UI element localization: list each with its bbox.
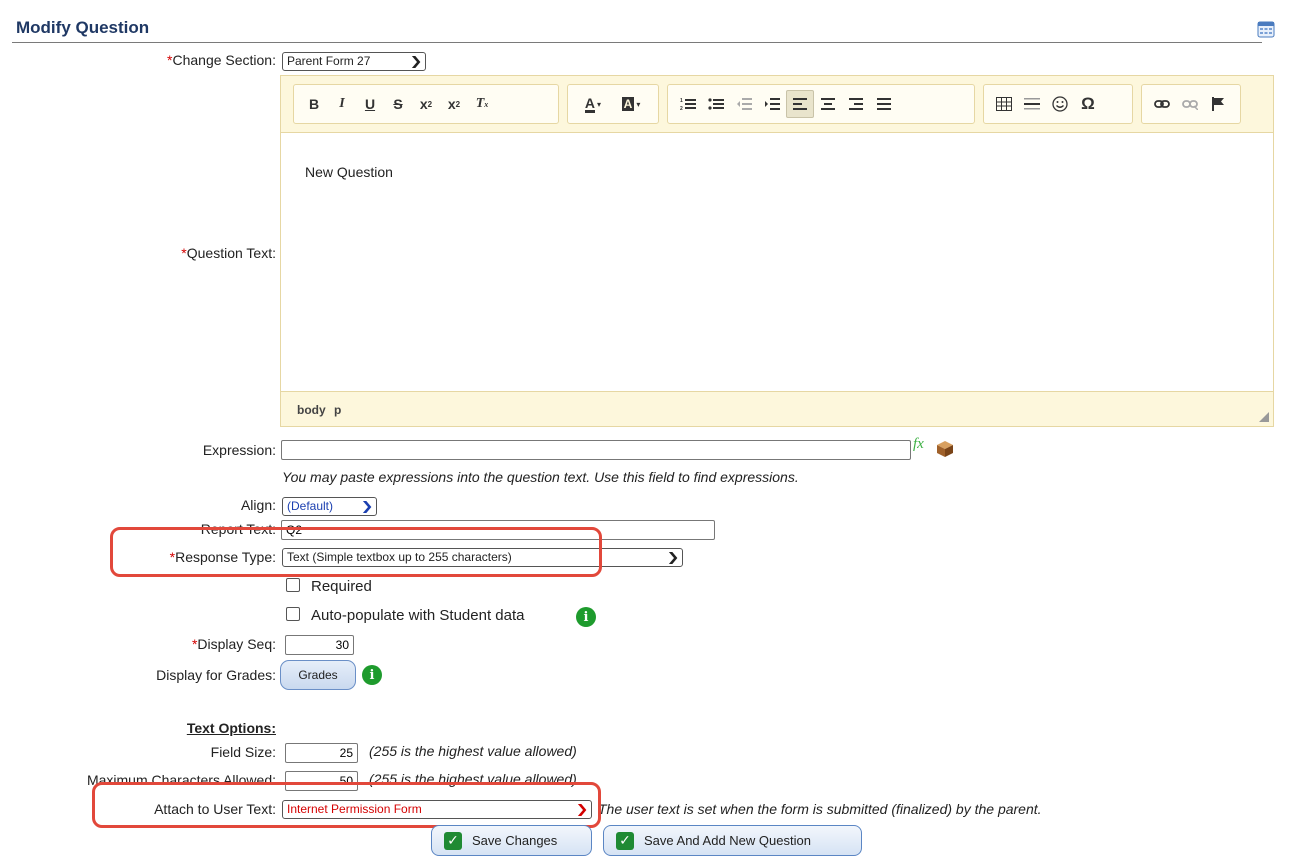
function-icon[interactable]: fx xyxy=(913,436,924,453)
field-size-input[interactable] xyxy=(285,743,358,763)
unlink-icon[interactable] xyxy=(1176,90,1204,118)
attach-user-text-hint: The user text is set when the form is su… xyxy=(598,801,1042,817)
expression-input[interactable] xyxy=(281,440,911,460)
change-section-label: *Change Section: xyxy=(167,52,276,68)
anchor-icon[interactable] xyxy=(1204,90,1232,118)
align-center-icon[interactable] xyxy=(814,90,842,118)
editor-body[interactable]: New Question xyxy=(281,134,1273,392)
table-icon[interactable] xyxy=(990,90,1018,118)
italic-icon[interactable]: I xyxy=(328,90,356,118)
remove-format-icon[interactable]: Tx xyxy=(468,90,496,118)
info-icon[interactable]: i xyxy=(576,607,596,627)
page-title: Modify Question xyxy=(16,18,150,37)
auto-populate-checkbox[interactable] xyxy=(286,607,300,621)
checkmark-icon: ✓ xyxy=(444,831,462,850)
expression-label: Expression: xyxy=(202,442,276,458)
text-color-icon[interactable]: A ▾ xyxy=(574,90,612,118)
resize-handle-icon[interactable] xyxy=(1259,412,1269,422)
save-changes-button[interactable]: ✓ Save Changes xyxy=(431,825,592,856)
align-left-icon[interactable] xyxy=(786,90,814,118)
justify-icon[interactable] xyxy=(870,90,898,118)
align-right-icon[interactable] xyxy=(842,90,870,118)
align-label: Align: xyxy=(240,497,276,513)
superscript-icon[interactable]: x2 xyxy=(440,90,468,118)
save-and-add-button[interactable]: ✓ Save And Add New Question xyxy=(603,825,862,856)
underline-icon[interactable]: U xyxy=(356,90,384,118)
editor-toolbar: B I U S x2 x2 Tx A ▾ A ▾ 12 Ω xyxy=(281,76,1273,133)
grades-button[interactable]: Grades xyxy=(280,660,356,690)
attach-user-text-highlight xyxy=(92,782,601,828)
required-checkbox[interactable] xyxy=(286,578,300,592)
strikethrough-icon[interactable]: S xyxy=(384,90,412,118)
element-path-body[interactable]: body xyxy=(297,403,326,417)
link-icon[interactable] xyxy=(1148,90,1176,118)
chevron-down-icon: ❯ xyxy=(666,550,680,564)
question-text-label: *Question Text: xyxy=(181,245,276,261)
calendar-icon[interactable] xyxy=(1257,20,1275,38)
title-divider xyxy=(12,42,1262,43)
svg-text:2: 2 xyxy=(680,106,683,111)
display-seq-input[interactable] xyxy=(285,635,354,655)
decrease-indent-icon[interactable] xyxy=(730,90,758,118)
text-options-heading: Text Options: xyxy=(186,720,276,736)
toolbar-group-links xyxy=(1141,84,1241,124)
align-select[interactable]: (Default) ❯ xyxy=(282,497,377,516)
question-text-content[interactable]: New Question xyxy=(305,164,393,180)
expression-hint: You may paste expressions into the quest… xyxy=(282,469,799,485)
subscript-icon[interactable]: x2 xyxy=(412,90,440,118)
special-char-icon[interactable]: Ω xyxy=(1074,90,1102,118)
toolbar-group-insert: Ω xyxy=(983,84,1133,124)
increase-indent-icon[interactable] xyxy=(758,90,786,118)
field-size-label: Field Size: xyxy=(210,744,276,760)
smiley-icon[interactable] xyxy=(1046,90,1074,118)
toolbar-group-paragraph: 12 xyxy=(667,84,975,124)
numbered-list-icon[interactable]: 12 xyxy=(674,90,702,118)
response-type-highlight xyxy=(110,527,602,577)
svg-text:1: 1 xyxy=(680,98,683,104)
info-icon[interactable]: i xyxy=(362,665,382,685)
toolbar-group-basic: B I U S x2 x2 Tx xyxy=(293,84,559,124)
bulleted-list-icon[interactable] xyxy=(702,90,730,118)
package-icon[interactable] xyxy=(936,440,954,461)
chevron-down-icon: ❯ xyxy=(360,499,374,513)
checkmark-icon: ✓ xyxy=(616,831,634,850)
auto-populate-label: Auto-populate with Student data xyxy=(311,607,525,624)
display-seq-label: *Display Seq: xyxy=(191,636,276,652)
change-section-select[interactable]: Parent Form 27 ❯ xyxy=(282,52,426,71)
field-size-hint: (255 is the highest value allowed) xyxy=(369,743,577,759)
element-path-p[interactable]: p xyxy=(334,403,341,417)
editor-statusbar: body p xyxy=(281,391,1273,426)
bold-icon[interactable]: B xyxy=(300,90,328,118)
horizontal-line-icon[interactable] xyxy=(1018,90,1046,118)
toolbar-group-colors: A ▾ A ▾ xyxy=(567,84,659,124)
required-label: Required xyxy=(311,578,372,595)
display-for-grades-label: Display for Grades: xyxy=(156,667,276,683)
chevron-down-icon: ❯ xyxy=(409,54,423,68)
background-color-icon[interactable]: A ▾ xyxy=(612,90,650,118)
rich-text-editor[interactable]: B I U S x2 x2 Tx A ▾ A ▾ 12 Ω New Questi… xyxy=(280,75,1274,427)
